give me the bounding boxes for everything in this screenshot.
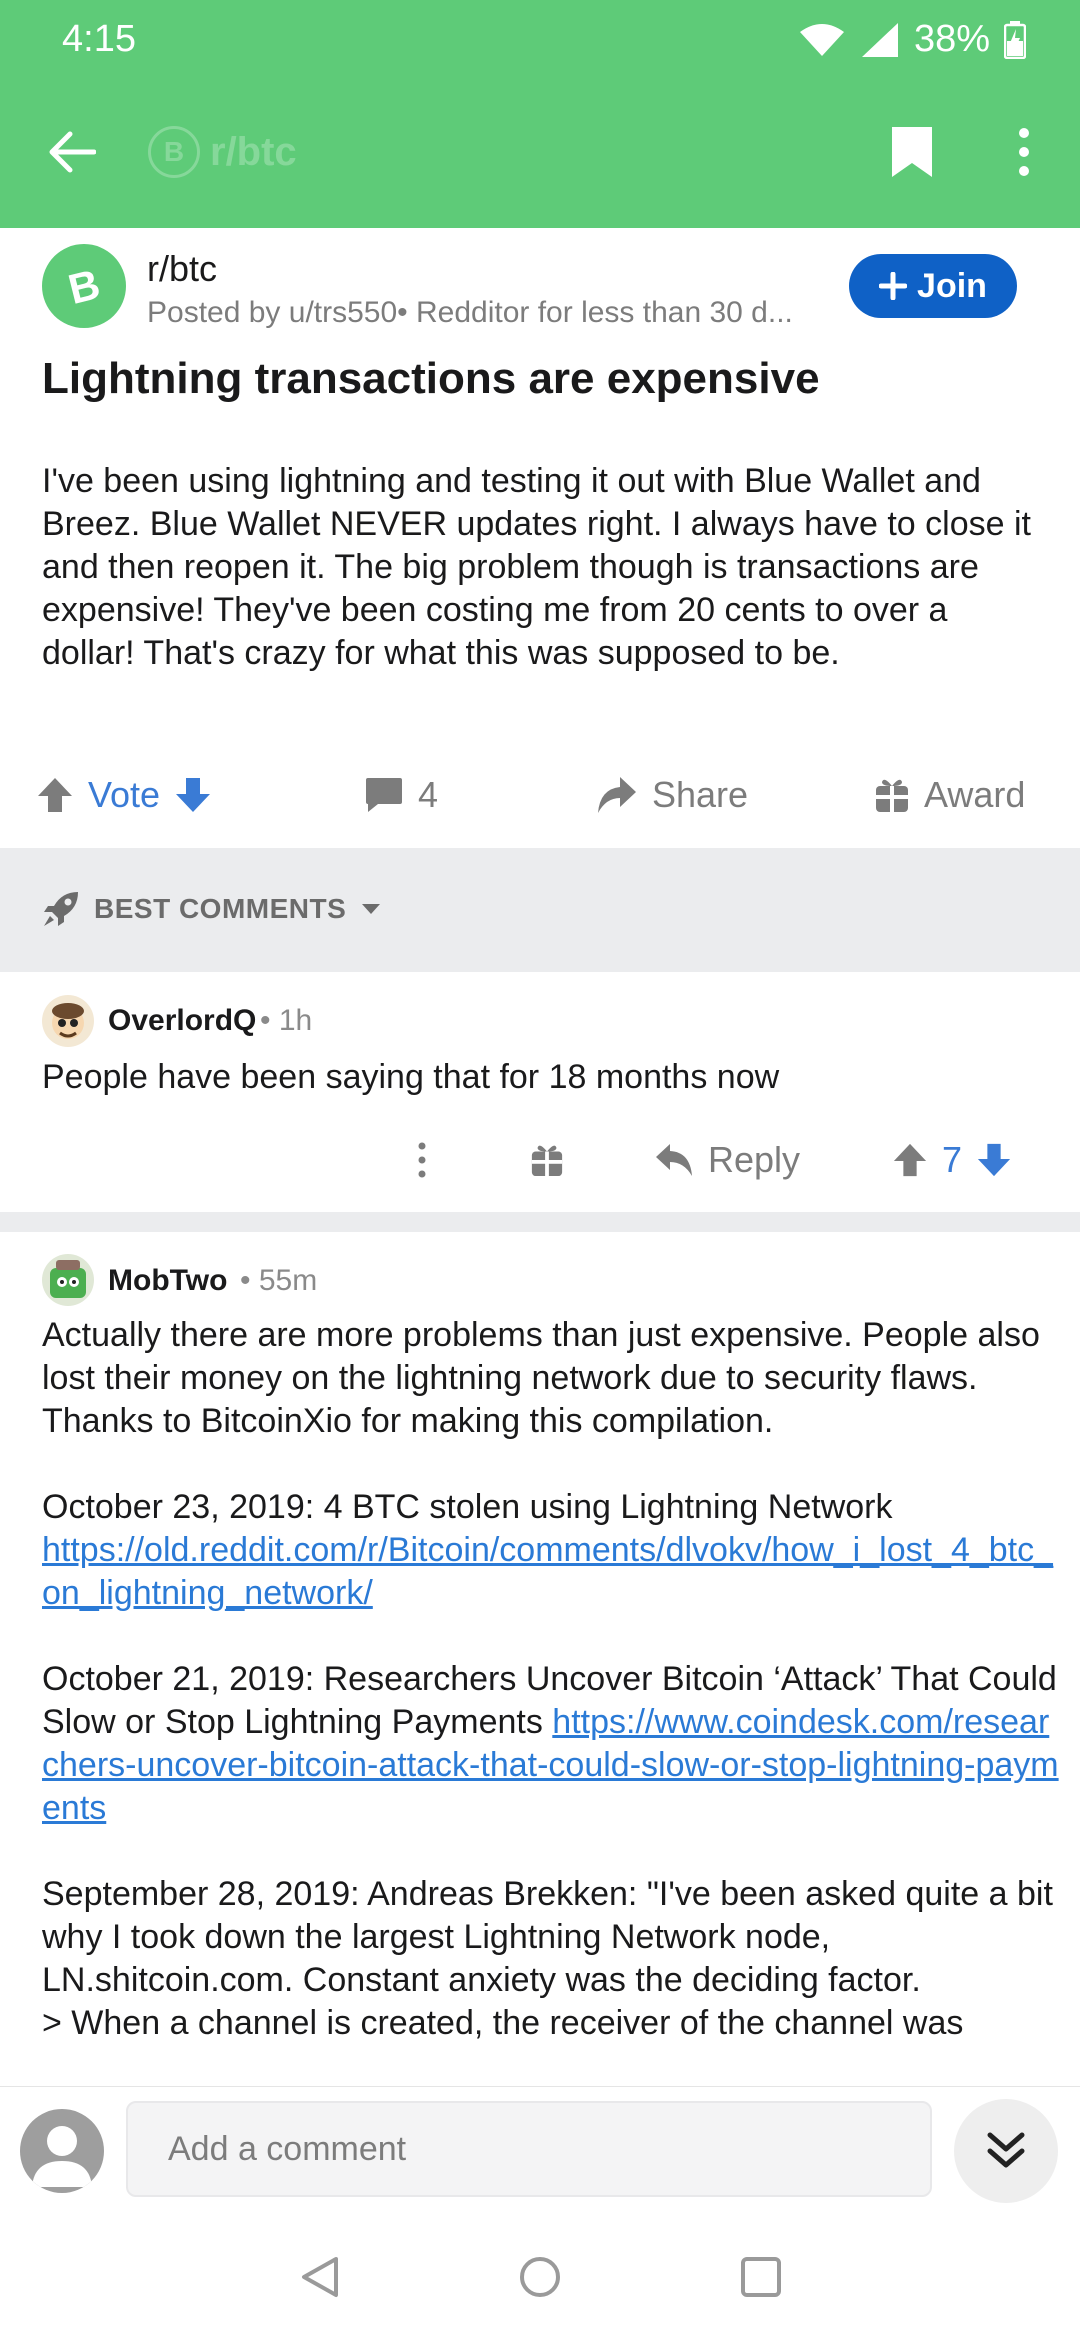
back-button[interactable]	[40, 120, 104, 184]
signal-icon	[861, 22, 898, 57]
comment-paragraph: October 21, 2019: Researchers Uncover Bi…	[42, 1658, 1062, 1830]
comment-text: People have been saying that for 18 mont…	[42, 1058, 780, 1096]
comment-paragraph-text: October 23, 2019: 4 BTC stolen using Lig…	[42, 1488, 893, 1526]
app-bar-title: B r/btc	[148, 126, 297, 178]
subreddit-name[interactable]: r/btc	[147, 248, 217, 290]
svg-text:B: B	[64, 261, 105, 311]
comment-avatar[interactable]	[42, 1254, 94, 1306]
nav-back-button[interactable]	[285, 2242, 355, 2312]
bookmark-icon	[892, 127, 932, 177]
status-bar: 4:15 38%	[0, 0, 1080, 80]
comment-award-button[interactable]	[530, 1130, 564, 1190]
join-button[interactable]: Join	[849, 254, 1017, 318]
comment-paragraph: Actually there are more problems than ju…	[42, 1316, 1040, 1440]
snoo-avatar-icon	[52, 1003, 84, 1039]
add-comment-input[interactable]	[126, 2101, 932, 2197]
double-chevron-down-icon	[987, 2132, 1025, 2168]
comment-score: 7	[942, 1139, 963, 1180]
posted-by[interactable]: Posted by u/trs550• Redditor for less th…	[147, 296, 837, 330]
battery-percent: 38%	[913, 18, 990, 60]
comment-composer-bar	[0, 2086, 1080, 2212]
comment-link[interactable]: https://old.reddit.com/r/Bitcoin/comment…	[42, 1531, 1053, 1612]
downvote-icon[interactable]	[976, 1142, 1012, 1178]
circle-home-icon	[520, 2257, 560, 2297]
award-label: Award	[924, 774, 1026, 815]
comments-button[interactable]: 4	[364, 760, 438, 830]
app-bar: B r/btc	[0, 108, 1080, 198]
share-button[interactable]: Share	[596, 760, 748, 830]
upvote-icon[interactable]	[36, 776, 74, 814]
app-header: 4:15 38% B r/btc	[0, 0, 1080, 228]
nav-recents-button[interactable]	[726, 2242, 796, 2312]
reply-arrow-icon	[656, 1144, 692, 1176]
comment-sort-bar[interactable]: BEST COMMENTS	[0, 848, 1080, 972]
vote-label: Vote	[88, 774, 161, 815]
comment-paragraph-text: September 28, 2019: Andreas Brekken: "I'…	[42, 1875, 1053, 1999]
back-arrow-icon	[49, 131, 96, 173]
more-options-button[interactable]	[994, 120, 1054, 184]
comment-time: • 1h	[260, 1004, 313, 1037]
bookmark-button[interactable]	[880, 120, 944, 184]
comment-time: • 55m	[240, 1264, 318, 1297]
comment-paragraph: September 28, 2019: Andreas Brekken: "I'…	[42, 1873, 1062, 2045]
app-bar-title-text: r/btc	[210, 129, 297, 174]
post-title: Lightning transactions are expensive	[42, 354, 820, 403]
snoo-avatar-icon	[50, 1260, 86, 1298]
nav-home-button[interactable]	[505, 2242, 575, 2312]
triangle-back-icon	[302, 2257, 338, 2297]
join-label: Join	[917, 266, 987, 305]
status-time: 4:15	[62, 18, 136, 60]
vote-group: Vote	[36, 760, 212, 830]
plus-icon	[879, 272, 908, 300]
subreddit-logo-ghost: B	[148, 126, 200, 178]
more-vert-icon	[1019, 128, 1029, 176]
post-body: I've been using lightning and testing it…	[42, 462, 1031, 672]
gift-icon	[876, 779, 908, 812]
comment-bubble-icon	[366, 778, 402, 812]
comments-count: 4	[418, 774, 439, 815]
user-avatar[interactable]	[20, 2109, 104, 2193]
status-icons: 38%	[798, 18, 1026, 61]
comment-actions: Reply 7	[0, 1130, 1080, 1190]
comment-quote: > When a channel is created, the receive…	[42, 2004, 964, 2042]
reply-label: Reply	[708, 1139, 801, 1180]
comment-author[interactable]: OverlordQ	[108, 1004, 256, 1038]
comment-avatar[interactable]	[42, 995, 94, 1047]
share-arrow-icon	[598, 777, 636, 813]
wifi-icon	[799, 23, 844, 56]
jump-to-next-button[interactable]	[954, 2099, 1058, 2203]
comment-paragraph: October 23, 2019: 4 BTC stolen using Lig…	[42, 1486, 1062, 1615]
comment-divider	[0, 1212, 1080, 1232]
award-button[interactable]: Award	[874, 760, 1025, 830]
battery-charging-icon	[1004, 20, 1026, 59]
comment-sort-selector[interactable]: BEST COMMENTS	[42, 890, 382, 928]
comment-body: Actually there are more problems than ju…	[42, 1314, 1062, 2084]
more-vert-icon	[418, 1142, 426, 1178]
gift-icon	[531, 1145, 563, 1177]
comment-more-button[interactable]	[404, 1130, 440, 1190]
comment-author[interactable]: MobTwo	[108, 1264, 227, 1298]
square-recents-icon	[741, 2257, 781, 2297]
reply-button[interactable]: Reply	[654, 1130, 800, 1190]
subreddit-avatar[interactable]: B	[42, 244, 126, 328]
comment-vote-group: 7	[892, 1130, 1012, 1190]
downvote-icon[interactable]	[174, 776, 212, 814]
bitcoin-cash-logo-icon: B	[64, 261, 105, 311]
share-label: Share	[652, 774, 749, 815]
default-user-icon	[32, 2126, 92, 2187]
upvote-icon[interactable]	[892, 1142, 928, 1178]
rocket-icon	[44, 892, 78, 926]
system-nav-bar	[0, 2212, 1080, 2340]
post-actions: Vote 4 Share Award	[0, 760, 1080, 830]
caret-down-icon	[362, 904, 381, 914]
sort-label: BEST COMMENTS	[94, 893, 347, 924]
